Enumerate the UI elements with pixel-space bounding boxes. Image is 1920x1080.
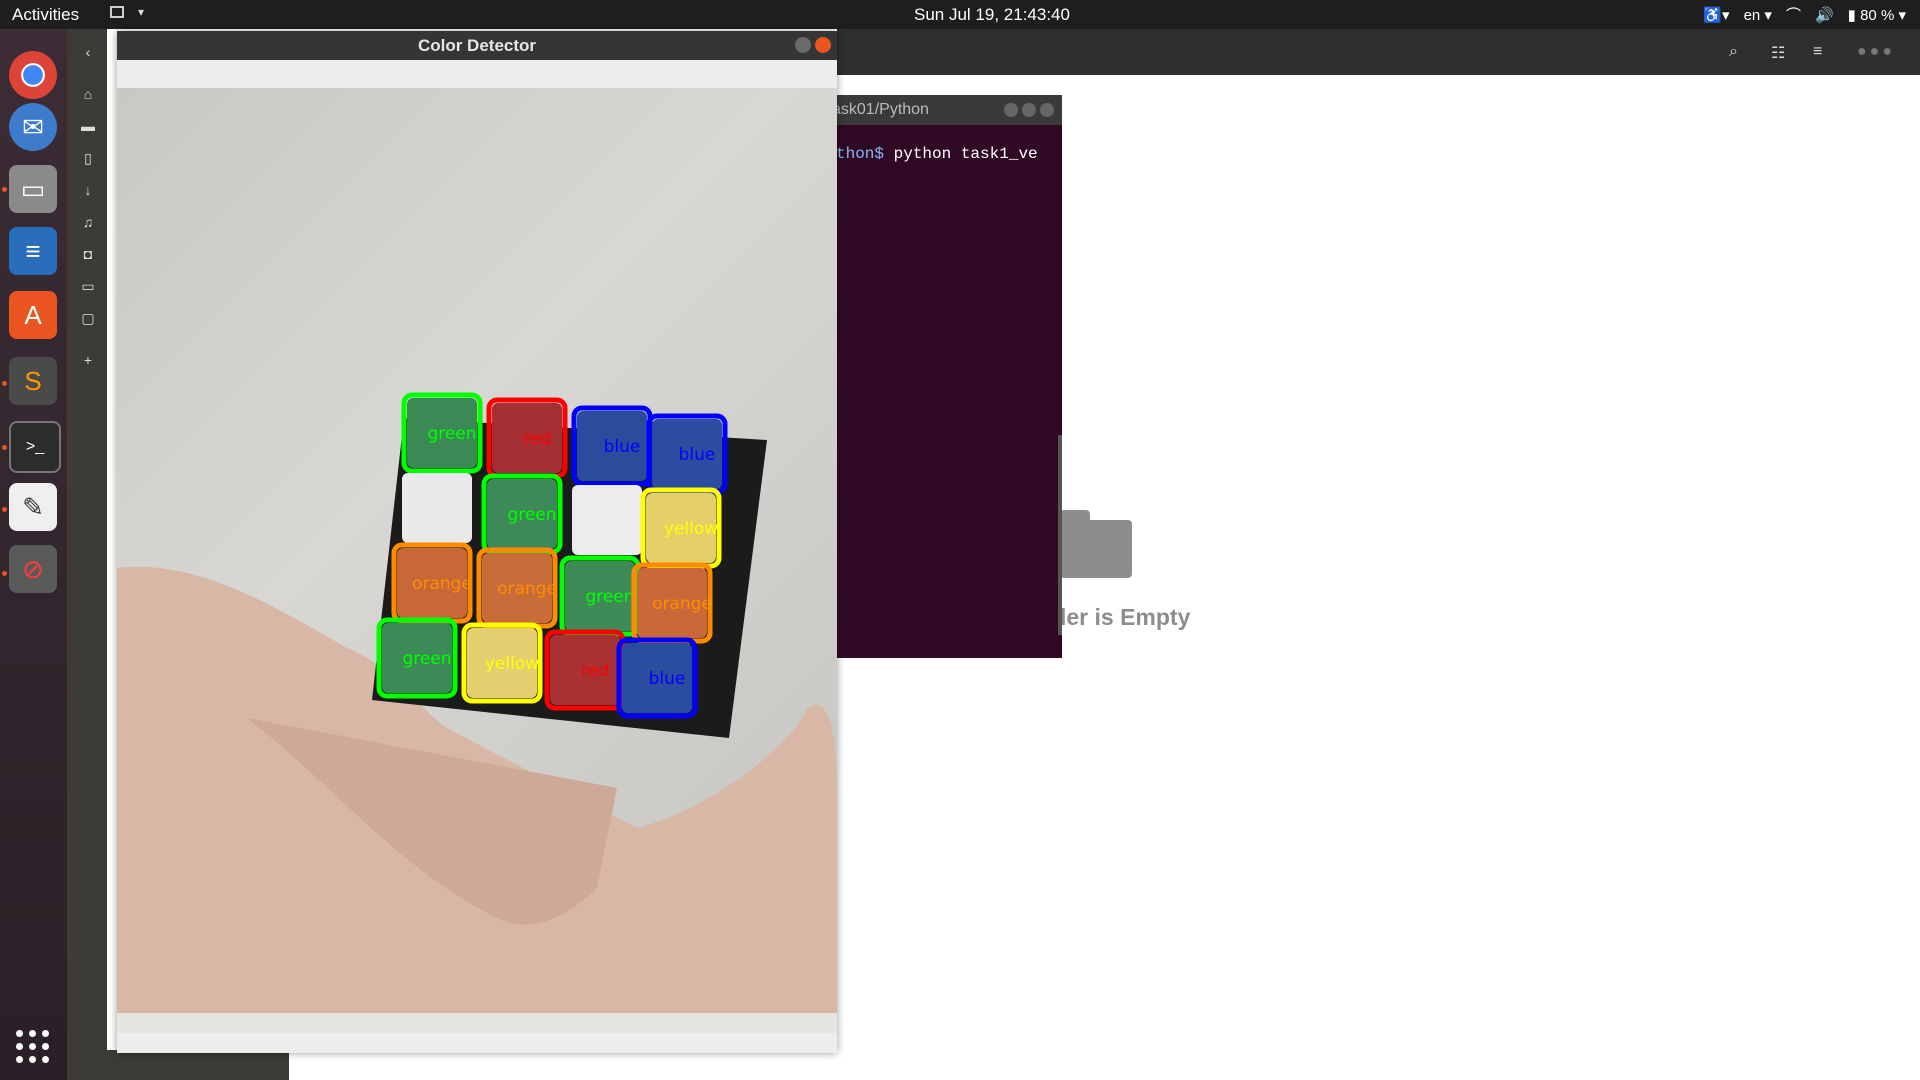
system-tray[interactable]: ♿▾ en ▾ ⌒ 🔊 ▮ 80 % ▾ xyxy=(1703,4,1906,25)
cube-sticker xyxy=(402,473,472,543)
accessibility-icon[interactable]: ♿▾ xyxy=(1703,6,1729,24)
minimize-button[interactable] xyxy=(795,37,811,53)
files-sidebar: ‹ ⌂ ▬ ▯ ↓ ♫ ◘ ▭ ▢ + xyxy=(67,29,107,1080)
detection-label: green xyxy=(585,587,634,607)
detection-label: orange xyxy=(652,594,712,614)
color-detector-icon[interactable]: ⊘ xyxy=(9,545,57,593)
image-footer xyxy=(117,1013,837,1033)
detection-label: yellow xyxy=(485,654,539,674)
add-location-icon[interactable]: + xyxy=(79,351,97,369)
files-icon[interactable]: ▭ xyxy=(9,165,57,213)
search-icon[interactable]: ⌕ xyxy=(1729,43,1738,61)
detection-label: green xyxy=(402,649,451,669)
text-editor-icon[interactable]: ✎ xyxy=(9,483,57,531)
terminal-scrollbar[interactable] xyxy=(1058,435,1062,635)
empty-folder-label: ler is Empty xyxy=(1060,604,1191,630)
detection-label: blue xyxy=(649,669,686,689)
app-menu-icon[interactable] xyxy=(110,6,124,18)
terminal-body[interactable]: thon$ python task1_ve xyxy=(810,125,1062,658)
document-icon[interactable]: ▯ xyxy=(79,149,97,167)
window-title: Color Detector xyxy=(417,36,537,55)
running-indicator xyxy=(2,507,7,512)
cube-sticker xyxy=(572,485,642,555)
view-toggle-icon[interactable]: ☷ xyxy=(1771,43,1785,63)
running-indicator xyxy=(2,571,7,576)
pictures-icon[interactable]: ◘ xyxy=(79,245,97,263)
camera-frame: green red blue blue green yellow orange orange g… xyxy=(117,88,837,1033)
dock: ✉ ▭ ≡ A S >_ ✎ ⊘ xyxy=(0,29,67,1080)
terminal-command: python task1_ve xyxy=(884,145,1038,163)
running-indicator xyxy=(2,187,7,192)
detection-label: red xyxy=(523,429,551,449)
chrome-icon[interactable] xyxy=(9,51,57,99)
color-detector-titlebar[interactable]: Color Detector xyxy=(117,31,837,60)
folder-icon xyxy=(1060,510,1132,578)
terminal-title: ask01/Python xyxy=(832,101,929,118)
empty-folder-state: ler is Empty xyxy=(1060,510,1190,630)
detection-label: blue xyxy=(604,437,641,457)
folder-icon[interactable]: ▬ xyxy=(79,117,97,135)
volume-icon[interactable]: 🔊 xyxy=(1815,6,1834,24)
music-icon[interactable]: ♫ xyxy=(79,213,97,231)
detection-label: green xyxy=(427,424,476,444)
terminal-prompt: thon$ xyxy=(836,145,885,163)
activities-button[interactable]: Activities xyxy=(12,5,79,25)
detection-label: blue xyxy=(679,445,716,465)
color-detector-window[interactable]: Color Detector green red blue blue green yell… xyxy=(117,31,837,1053)
detection-label: orange xyxy=(497,579,557,599)
thunderbird-icon[interactable]: ✉ xyxy=(9,103,57,151)
battery-indicator[interactable]: ▮ 80 % ▾ xyxy=(1848,6,1906,24)
detection-label: green xyxy=(507,505,556,525)
show-applications-icon[interactable] xyxy=(16,1030,50,1064)
files-header: ⌕ ☷ ≡ ●●● xyxy=(837,29,1920,75)
terminal-icon[interactable]: >_ xyxy=(9,421,61,473)
writer-icon[interactable]: ≡ xyxy=(9,227,57,275)
detection-label: yellow xyxy=(664,519,718,539)
top-bar: Activities ▾ Sun Jul 19, 21:43:40 ♿▾ en … xyxy=(0,0,1920,29)
language-indicator[interactable]: en ▾ xyxy=(1744,6,1772,24)
home-icon[interactable]: ⌂ xyxy=(79,85,97,103)
detection-label: orange xyxy=(412,574,472,594)
downloads-icon[interactable]: ↓ xyxy=(79,181,97,199)
detection-overlay: green red blue bluegreenyelloworange orange g… xyxy=(117,392,837,1033)
trash-icon[interactable]: ▢ xyxy=(79,309,97,327)
wifi-icon[interactable]: ⌒ xyxy=(1786,4,1801,25)
window-toolbar xyxy=(117,60,837,86)
files-bottom-bar xyxy=(107,1050,289,1080)
running-indicator xyxy=(2,381,7,386)
terminal-window-controls[interactable] xyxy=(1004,103,1054,117)
detection-label: red xyxy=(581,661,609,681)
menu-icon[interactable]: ≡ xyxy=(1813,43,1822,61)
terminal-titlebar[interactable]: ask01/Python xyxy=(810,95,1062,125)
software-icon[interactable]: A xyxy=(9,291,57,339)
close-button[interactable] xyxy=(815,37,831,53)
running-indicator xyxy=(2,445,7,450)
videos-icon[interactable]: ▭ xyxy=(79,277,97,295)
app-menu-caret-icon[interactable]: ▾ xyxy=(138,5,144,19)
back-icon[interactable]: ‹ xyxy=(79,43,97,61)
window-controls[interactable]: ●●● xyxy=(1857,43,1895,61)
sublime-icon[interactable]: S xyxy=(9,357,57,405)
clock[interactable]: Sun Jul 19, 21:43:40 xyxy=(914,5,1070,25)
terminal-window[interactable]: ask01/Python thon$ python task1_ve xyxy=(810,95,1062,658)
